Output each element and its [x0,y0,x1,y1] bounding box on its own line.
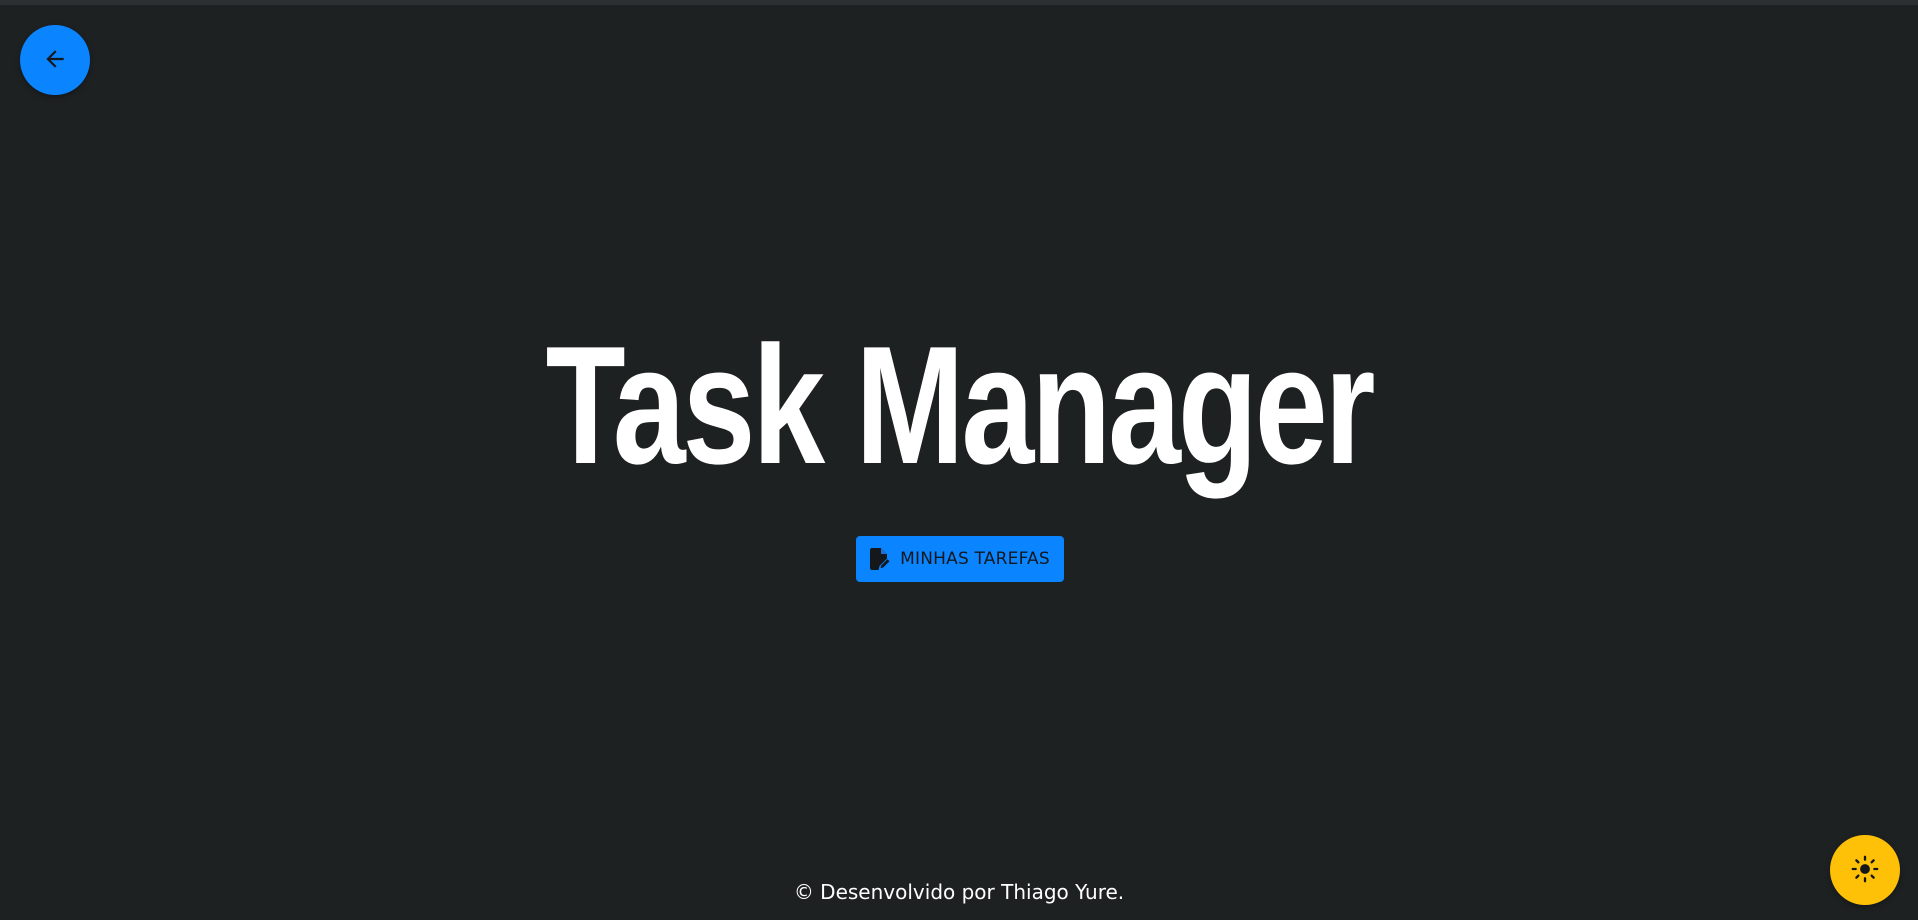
arrow-left-icon [42,46,68,75]
page-title: Task Manager [545,311,1376,499]
footer-credit: © Desenvolvido por Thiago Yure. [793,880,1125,904]
file-edit-icon [870,548,890,570]
my-tasks-button[interactable]: MINHAS TAREFAS [856,536,1064,582]
my-tasks-label: MINHAS TAREFAS [900,549,1050,569]
theme-toggle-button[interactable] [1830,835,1900,905]
page: Task Manager MINHAS TAREFAS © Desenvolvi… [0,0,1918,920]
back-button[interactable] [20,25,90,95]
sun-icon [1851,855,1879,886]
